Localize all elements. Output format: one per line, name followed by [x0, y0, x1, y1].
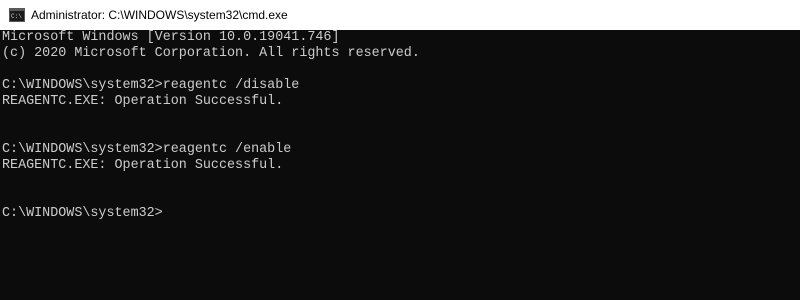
console-output[interactable]: Microsoft Windows [Version 10.0.19041.74…	[0, 30, 800, 300]
cmd-window: C:\ Administrator: C:\WINDOWS\system32\c…	[0, 0, 800, 300]
console-line: (c) 2020 Microsoft Corporation. All righ…	[2, 46, 420, 61]
console-prompt[interactable]: C:\WINDOWS\system32>	[2, 206, 163, 222]
console-line: C:\WINDOWS\system32>reagentc /disable	[2, 78, 300, 93]
svg-text:C:\: C:\	[11, 13, 22, 20]
cmd-console-icon[interactable]: C:\	[9, 8, 25, 22]
console-line: C:\WINDOWS\system32>reagentc /enable	[2, 142, 292, 157]
console-line: REAGENTC.EXE: Operation Successful.	[2, 158, 284, 173]
console-line: REAGENTC.EXE: Operation Successful.	[2, 94, 284, 109]
window-title: Administrator: C:\WINDOWS\system32\cmd.e…	[31, 8, 288, 22]
window-titlebar[interactable]: C:\ Administrator: C:\WINDOWS\system32\c…	[0, 0, 800, 30]
console-line: Microsoft Windows [Version 10.0.19041.74…	[2, 30, 340, 45]
